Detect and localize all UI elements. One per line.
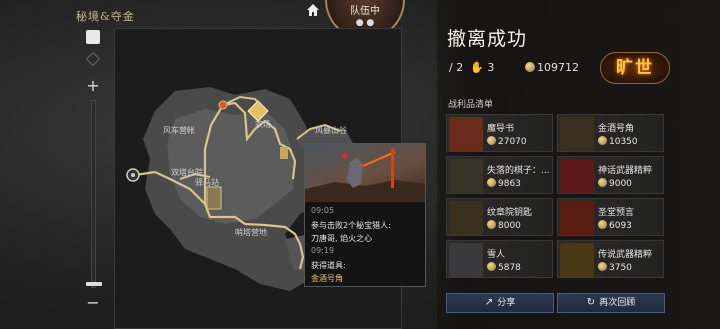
snowman-icon bbox=[449, 243, 483, 277]
map-label: 哨塔营地 bbox=[235, 228, 267, 237]
event-time: 09:19 bbox=[311, 246, 335, 255]
replay-icon: ↻ bbox=[586, 297, 596, 308]
loot-price: 5878 bbox=[487, 262, 521, 273]
coin-icon bbox=[598, 220, 607, 229]
coin-icon bbox=[598, 178, 607, 187]
zoom-slider[interactable] bbox=[91, 100, 96, 288]
share-button[interactable]: ↗ 分享 bbox=[446, 293, 554, 313]
event-description: 获得道具: bbox=[311, 261, 346, 270]
book-icon bbox=[449, 117, 483, 151]
assist-icon: ✋ bbox=[470, 61, 484, 74]
loot-name: 失落的棋子：... bbox=[487, 166, 550, 176]
kill-stats: ∕ 2 ✋ 3 bbox=[449, 61, 494, 74]
loot-name: 纹章院钥匙 bbox=[487, 208, 533, 218]
map-label: 驿马站 bbox=[195, 178, 219, 187]
event-item: 金酒号角 bbox=[311, 274, 343, 283]
replay-button[interactable]: ↻ 再次回顾 bbox=[557, 293, 665, 313]
loot-name: 魔导书 bbox=[487, 124, 515, 134]
coin-icon bbox=[487, 178, 496, 187]
event-tooltip: 09:05 参与击败2个秘宝猎人: 刀唐哥, 焰火之心 09:19 获得道具: … bbox=[304, 143, 426, 287]
team-status-label: 队伍中 bbox=[350, 6, 380, 17]
loot-item[interactable]: 神话武器精粹 9000 bbox=[557, 156, 664, 194]
map-label: 风车营帐 bbox=[163, 126, 195, 135]
coin-icon bbox=[487, 220, 496, 229]
coin-icon bbox=[598, 136, 607, 145]
loot-price: 3750 bbox=[598, 262, 632, 273]
map-layer-button[interactable] bbox=[86, 30, 100, 44]
coin-icon bbox=[487, 136, 496, 145]
loot-item[interactable]: 金酒号角 10350 bbox=[557, 114, 664, 152]
game-logo: 秘境&夺金 bbox=[76, 10, 135, 23]
assist-count: 3 bbox=[487, 61, 495, 74]
team-members-icon: ● ● bbox=[355, 18, 375, 28]
scroll-icon bbox=[560, 201, 594, 235]
coin-value: 109712 bbox=[537, 61, 579, 74]
map-layer-toggle-icon[interactable] bbox=[86, 52, 100, 66]
loot-name: 雪人 bbox=[487, 250, 506, 260]
zoom-out-button[interactable]: − bbox=[84, 295, 102, 311]
gold-crystal-icon bbox=[560, 243, 594, 277]
event-screenshot bbox=[305, 144, 425, 202]
map-label: 农场 bbox=[255, 120, 271, 129]
red-crystal-icon bbox=[560, 159, 594, 193]
zoom-in-button[interactable]: + bbox=[85, 78, 101, 94]
key-icon bbox=[449, 201, 483, 235]
event-time: 09:05 bbox=[311, 206, 335, 215]
loot-price: 9863 bbox=[487, 178, 521, 189]
share-icon: ↗ bbox=[484, 297, 494, 308]
horn-icon bbox=[560, 117, 594, 151]
loot-name: 圣堂预言 bbox=[598, 208, 635, 218]
coin-total: 109712 bbox=[525, 61, 579, 74]
zoom-slider-handle[interactable] bbox=[86, 282, 102, 286]
event-targets: 刀唐哥, 焰火之心 bbox=[311, 234, 373, 243]
loot-item[interactable]: 传说武器精粹 3750 bbox=[557, 240, 664, 278]
loot-price: 9000 bbox=[598, 178, 632, 189]
sword-icon: ∕ bbox=[449, 61, 453, 74]
kill-count: 2 bbox=[456, 61, 464, 74]
event-description: 参与击败2个秘宝猎人: bbox=[311, 221, 391, 230]
map-label: 风暴山谷 bbox=[315, 126, 347, 135]
loot-item[interactable]: 失落的棋子：... 9863 bbox=[446, 156, 553, 194]
page-title: 撤离成功 bbox=[447, 28, 528, 50]
loot-list-title: 战利品清单 bbox=[448, 100, 494, 110]
coin-icon bbox=[598, 262, 607, 271]
loot-price: 27070 bbox=[487, 136, 527, 147]
loot-item[interactable]: 雪人 5878 bbox=[446, 240, 553, 278]
coin-icon bbox=[525, 62, 535, 72]
loot-name: 传说武器精粹 bbox=[598, 250, 653, 260]
loot-name: 神话武器精粹 bbox=[598, 166, 653, 176]
rank-badge: 旷世 bbox=[600, 52, 670, 84]
loot-name: 金酒号角 bbox=[598, 124, 635, 134]
chess-piece-icon bbox=[449, 159, 483, 193]
loot-item[interactable]: 魔导书 27070 bbox=[446, 114, 553, 152]
loot-price: 8000 bbox=[487, 220, 521, 231]
loot-price: 10350 bbox=[598, 136, 638, 147]
home-icon[interactable] bbox=[305, 2, 321, 18]
loot-item[interactable]: 纹章院钥匙 8000 bbox=[446, 198, 553, 236]
loot-item[interactable]: 圣堂预言 6093 bbox=[557, 198, 664, 236]
loot-price: 6093 bbox=[598, 220, 632, 231]
coin-icon bbox=[487, 262, 496, 271]
